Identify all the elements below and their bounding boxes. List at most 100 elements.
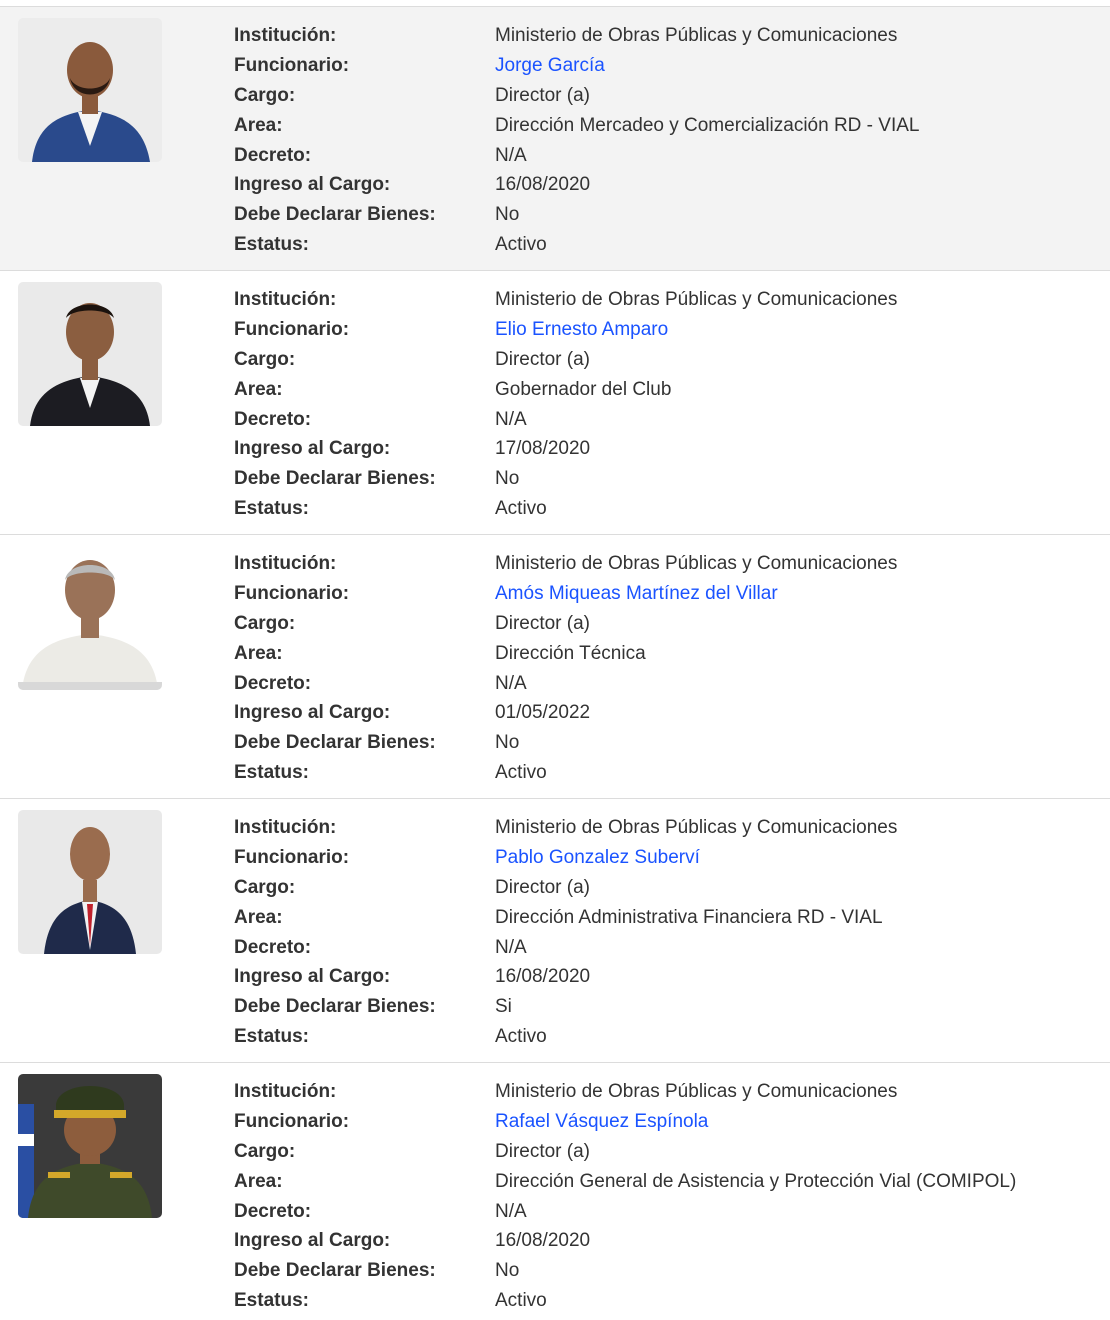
decreto-label: Decreto: [234,672,312,694]
ingreso-value: 16/08/2020 [495,174,591,196]
official-record: Institución: Ministerio de Obras Públicas… [0,1062,1110,1320]
official-record: Institución: Ministerio de Obras Públicas… [0,270,1110,534]
ingreso-value: 16/08/2020 [495,1230,591,1252]
institucion-value: Ministerio de Obras Públicas y Comunicac… [495,553,898,575]
area-value: Gobernador del Club [495,378,672,400]
cargo-value: Director (a) [495,612,591,634]
institucion-value: Ministerio de Obras Públicas y Comunicac… [495,25,898,47]
official-record: Institución: Ministerio de Obras Públicas… [0,6,1110,270]
official-record: Institución: Ministerio de Obras Públicas… [0,534,1110,798]
official-details: Institución: Ministerio de Obras Públicas… [234,813,1110,1051]
funcionario-link[interactable]: Elio Ernesto Amparo [495,320,668,339]
estatus-label: Estatus: [234,233,309,255]
area-value: Dirección Técnica [495,642,646,664]
decreto-value: N/A [495,672,527,694]
declarar-value: Si [495,996,512,1018]
decreto-value: N/A [495,408,527,430]
area-value: Dirección Mercadeo y Comercialización RD… [495,114,920,136]
estatus-value: Activo [495,1025,547,1047]
ingreso-value: 01/05/2022 [495,702,591,724]
decreto-label: Decreto: [234,936,312,958]
estatus-label: Estatus: [234,1289,309,1311]
decreto-value: N/A [495,1200,527,1222]
decreto-label: Decreto: [234,1200,312,1222]
declarar-value: No [495,1260,520,1282]
institucion-value: Ministerio de Obras Públicas y Comunicac… [495,1081,898,1103]
cargo-label: Cargo: [234,612,296,634]
declarar-label: Debe Declarar Bienes: [234,468,436,490]
portrait-image [18,282,162,426]
official-photo [18,282,162,426]
portrait-image [18,1074,162,1218]
funcionario-link[interactable]: Jorge García [495,56,605,75]
decreto-value: N/A [495,936,527,958]
ingreso-label: Ingreso al Cargo: [234,1230,391,1252]
institucion-label: Institución: [234,25,337,47]
area-value: Dirección Administrativa Financiera RD -… [495,906,883,928]
official-photo [18,18,162,162]
cargo-label: Cargo: [234,84,296,106]
institucion-label: Institución: [234,1081,337,1103]
funcionario-label: Funcionario: [234,319,350,341]
cargo-label: Cargo: [234,1140,296,1162]
ingreso-label: Ingreso al Cargo: [234,438,391,460]
estatus-value: Activo [495,1289,547,1311]
decreto-label: Decreto: [234,144,312,166]
estatus-value: Activo [495,761,547,783]
ingreso-value: 16/08/2020 [495,966,591,988]
declarar-value: No [495,468,520,490]
area-label: Area: [234,1170,283,1192]
funcionario-label: Funcionario: [234,583,350,605]
cargo-value: Director (a) [495,84,591,106]
area-label: Area: [234,378,283,400]
ingreso-value: 17/08/2020 [495,438,591,460]
cargo-value: Director (a) [495,1140,591,1162]
declarar-label: Debe Declarar Bienes: [234,1260,436,1282]
declarar-value: No [495,732,520,754]
institucion-label: Institución: [234,289,337,311]
official-details: Institución: Ministerio de Obras Públicas… [234,1077,1110,1315]
official-details: Institución: Ministerio de Obras Públicas… [234,21,1110,259]
institucion-value: Ministerio de Obras Públicas y Comunicac… [495,289,898,311]
area-label: Area: [234,114,283,136]
estatus-label: Estatus: [234,1025,309,1047]
ingreso-label: Ingreso al Cargo: [234,702,391,724]
estatus-value: Activo [495,497,547,519]
institucion-value: Ministerio de Obras Públicas y Comunicac… [495,817,898,839]
area-label: Area: [234,906,283,928]
ingreso-label: Ingreso al Cargo: [234,174,391,196]
estatus-label: Estatus: [234,761,309,783]
area-label: Area: [234,642,283,664]
official-photo [18,546,162,690]
declarar-label: Debe Declarar Bienes: [234,732,436,754]
official-photo [18,1074,162,1218]
declarar-value: No [495,204,520,226]
cargo-label: Cargo: [234,348,296,370]
decreto-value: N/A [495,144,527,166]
official-record: Institución: Ministerio de Obras Públicas… [0,798,1110,1062]
estatus-label: Estatus: [234,497,309,519]
area-value: Dirección General de Asistencia y Protec… [495,1170,1017,1192]
portrait-image [18,546,162,690]
officials-list: Institución: Ministerio de Obras Públicas… [0,0,1110,1320]
declarar-label: Debe Declarar Bienes: [234,996,436,1018]
official-details: Institución: Ministerio de Obras Públicas… [234,285,1110,523]
ingreso-label: Ingreso al Cargo: [234,966,391,988]
funcionario-link[interactable]: Pablo Gonzalez Suberví [495,848,700,867]
cargo-value: Director (a) [495,876,591,898]
funcionario-label: Funcionario: [234,847,350,869]
funcionario-label: Funcionario: [234,55,350,77]
funcionario-link[interactable]: Amós Miqueas Martínez del Villar [495,584,778,603]
official-photo [18,810,162,954]
decreto-label: Decreto: [234,408,312,430]
funcionario-label: Funcionario: [234,1111,350,1133]
portrait-image [18,810,162,954]
official-details: Institución: Ministerio de Obras Públicas… [234,549,1110,787]
declarar-label: Debe Declarar Bienes: [234,204,436,226]
cargo-label: Cargo: [234,876,296,898]
portrait-image [18,18,162,162]
estatus-value: Activo [495,233,547,255]
cargo-value: Director (a) [495,348,591,370]
institucion-label: Institución: [234,817,337,839]
funcionario-link[interactable]: Rafael Vásquez Espínola [495,1112,708,1131]
